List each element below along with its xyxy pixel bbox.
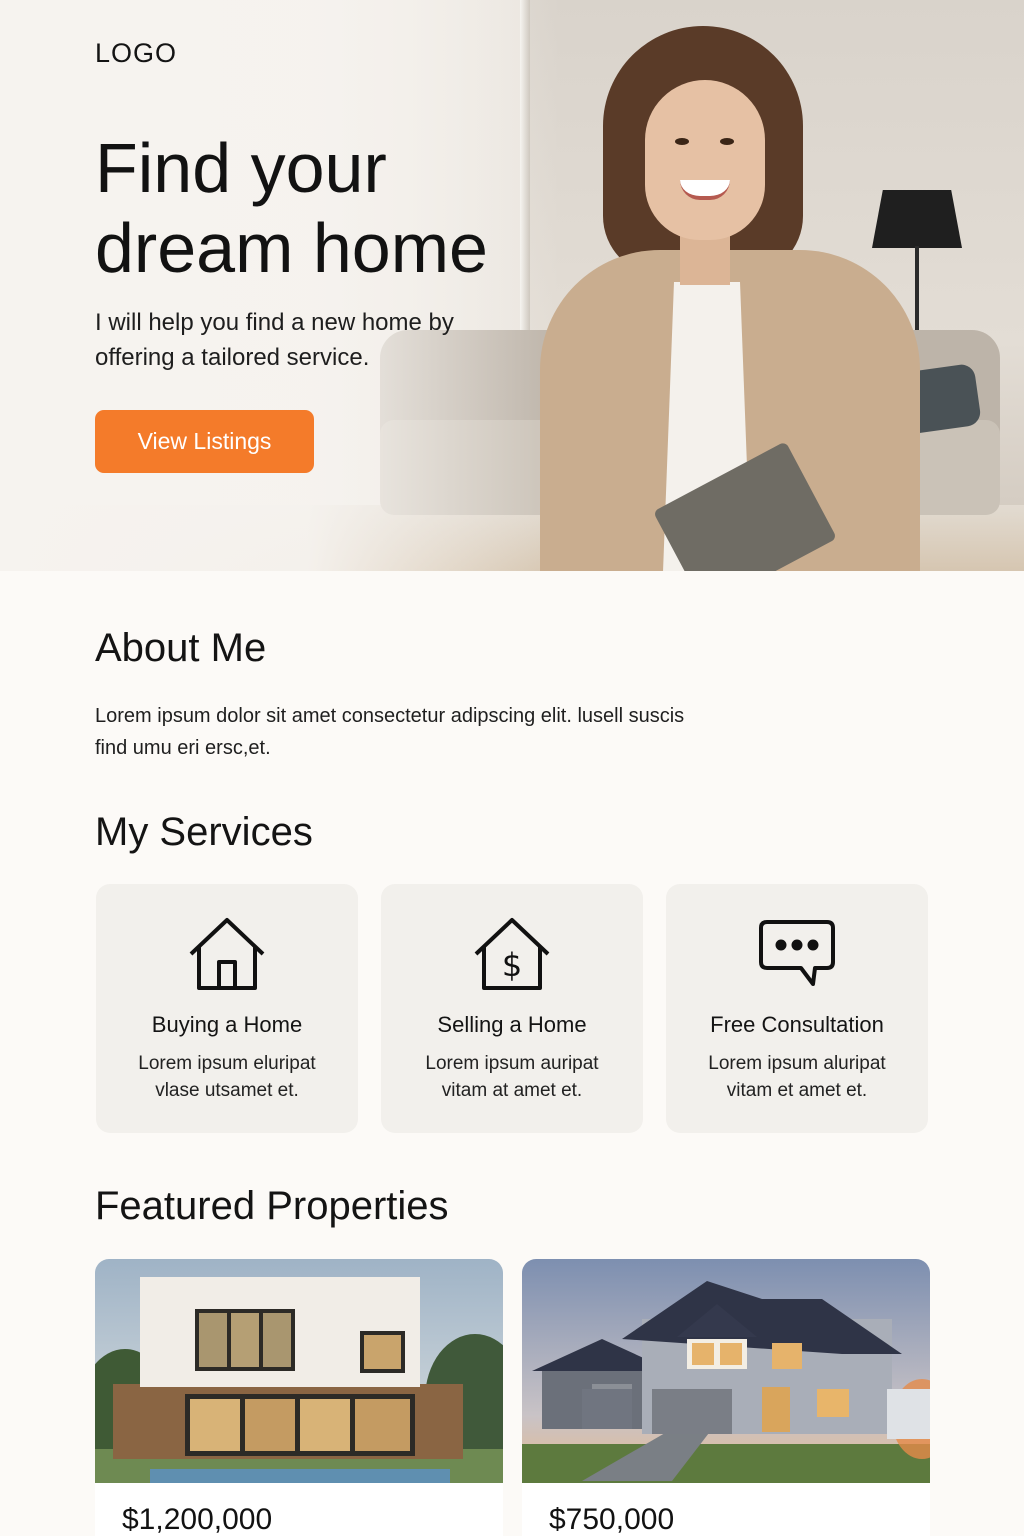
- service-card-selling[interactable]: $ Selling a Home Lorem ipsum auripat vit…: [381, 884, 643, 1133]
- house-icon: [187, 916, 267, 992]
- service-title: Buying a Home: [151, 1012, 303, 1037]
- chat-bubble-icon: [757, 916, 837, 992]
- view-listings-button[interactable]: View Listings: [95, 410, 314, 473]
- property-card-traditional[interactable]: $750,000: [522, 1259, 930, 1536]
- house-dollar-icon: $: [472, 916, 552, 992]
- service-description: Lorem ipsum aluripat vitam et amet et.: [708, 1053, 886, 1101]
- property-photo-modern: [95, 1259, 503, 1483]
- service-card-consultation[interactable]: Free Consultation Lorem ipsum aluripat v…: [666, 884, 928, 1133]
- hero-subtitle: I will help you find a new home by offer…: [95, 309, 454, 371]
- featured-heading: Featured Properties: [95, 1184, 449, 1228]
- svg-text:$: $: [502, 946, 522, 984]
- site-logo[interactable]: LOGO: [95, 38, 177, 69]
- agent-eye-left: [675, 138, 689, 145]
- agent-eye-right: [720, 138, 734, 145]
- about-heading: About Me: [95, 626, 267, 670]
- property-price: $750,000: [549, 1503, 675, 1536]
- about-text: Lorem ipsum dolor sit amet consectetur a…: [95, 705, 685, 759]
- services-heading: My Services: [95, 810, 313, 854]
- property-price: $1,200,000: [122, 1503, 273, 1536]
- agent-face: [645, 80, 765, 240]
- service-title: Selling a Home: [437, 1012, 587, 1037]
- service-title: Free Consultation: [710, 1012, 884, 1037]
- service-card-buying[interactable]: Buying a Home Lorem ipsum eluripat vlase…: [96, 884, 358, 1133]
- hero-section: LOGO Find your dream home I will help yo…: [0, 0, 1024, 571]
- property-card-modern[interactable]: $1,200,000: [95, 1259, 503, 1536]
- agent-portrait: [540, 20, 920, 571]
- hero-title: Find your dream home: [95, 129, 488, 287]
- service-description: Lorem ipsum auripat vitam at amet et.: [425, 1053, 599, 1101]
- property-photo-traditional: [522, 1259, 930, 1483]
- service-description: Lorem ipsum eluripat vlase utsamet et.: [138, 1053, 316, 1101]
